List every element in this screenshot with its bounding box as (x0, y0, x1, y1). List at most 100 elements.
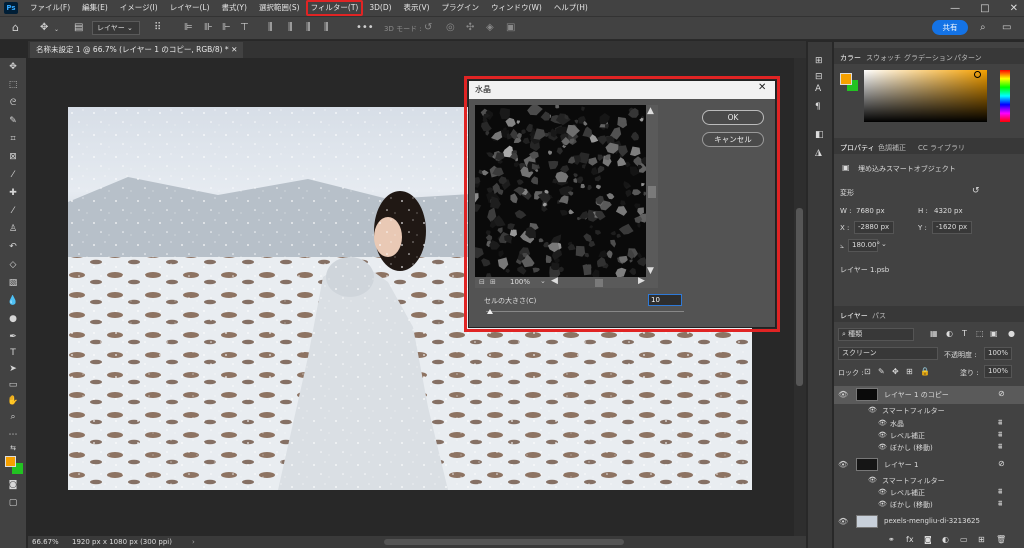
filter-pixel-icon[interactable]: ▦ (930, 329, 938, 338)
search-icon[interactable]: ⌕ (980, 23, 986, 33)
filter-options-icon[interactable]: ⩩ (998, 430, 1002, 440)
gradient-tool-icon[interactable]: ▧ (7, 278, 19, 288)
zoom-in-icon[interactable]: ⊞ (490, 278, 496, 286)
angle-dropdown-icon[interactable]: ⌄ (881, 240, 887, 248)
filter-smart-icon[interactable]: ▣ (990, 329, 998, 338)
auto-select-icon[interactable]: ▤ (74, 23, 83, 33)
history-panel-icon[interactable]: ⊞ (815, 56, 823, 66)
hand-tool-icon[interactable]: ✋ (7, 396, 19, 406)
horizontal-scrollbar[interactable] (384, 539, 624, 545)
adjustments-icon[interactable]: ◧ (815, 130, 824, 140)
filter-options-icon[interactable]: ⩩ (998, 499, 1002, 509)
fill-input[interactable]: 100% (984, 365, 1012, 378)
filter-name[interactable]: 水晶 (890, 419, 904, 429)
angle-input[interactable]: 180.00° (848, 239, 880, 252)
lasso-tool-icon[interactable]: ᘓ (7, 98, 19, 108)
dialog-close-icon[interactable]: ✕ (758, 82, 766, 93)
healing-brush-icon[interactable]: ✚ (7, 188, 19, 198)
3d-pan-icon[interactable]: ✣ (466, 23, 474, 33)
vertical-scrollbar-thumb[interactable] (796, 208, 803, 386)
screen-mode-icon[interactable]: ▢ (7, 498, 19, 508)
paragraph-panel-icon[interactable]: ¶ (815, 102, 821, 112)
tab-adjustments[interactable]: 色調補正 (878, 143, 906, 153)
filter-name[interactable]: ぼかし (移動) (890, 443, 933, 453)
3d-roll-icon[interactable]: ◎ (446, 23, 455, 33)
more-options-icon[interactable]: ••• (356, 23, 374, 33)
menu-file[interactable]: ファイル(F) (24, 2, 76, 14)
lock-transparency-icon[interactable]: ⊡ (864, 367, 871, 376)
smart-filter-eye-icon[interactable]: 👁 (868, 406, 877, 414)
eyedropper-tool-icon[interactable]: ⁄ (7, 170, 19, 180)
share-button[interactable]: 共有 (932, 20, 968, 35)
menu-image[interactable]: イメージ(I) (114, 2, 164, 14)
minimize-button[interactable]: — (950, 3, 960, 14)
shapes-icon[interactable]: ◮ (815, 148, 822, 158)
3d-scale-icon[interactable]: ▣ (506, 23, 515, 33)
menu-view[interactable]: 表示(V) (398, 2, 436, 14)
pen-tool-icon[interactable]: ✒ (7, 332, 19, 342)
filter-options-icon[interactable]: ⩩ (998, 442, 1002, 452)
history-brush-icon[interactable]: ↶ (7, 242, 19, 252)
zoom-out-icon[interactable]: ⊟ (479, 278, 485, 286)
frame-tool-icon[interactable]: ⊠ (7, 152, 19, 162)
lock-image-icon[interactable]: ✎ (878, 367, 885, 376)
blend-mode-dropdown[interactable]: スクリーン (838, 347, 938, 360)
menu-type[interactable]: 書式(Y) (216, 2, 253, 14)
distribute-icon[interactable]: ⫼ (268, 23, 273, 33)
filter-name[interactable]: ぼかし (移動) (890, 500, 933, 510)
x-input[interactable]: -2880 px (854, 221, 894, 234)
align-top-icon[interactable]: ⊤ (240, 23, 249, 33)
blur-tool-icon[interactable]: 💧 (7, 296, 19, 306)
close-window-button[interactable]: ✕ (1010, 3, 1018, 14)
align-center-icon[interactable]: ⊪ (204, 23, 213, 33)
scroll-down-icon[interactable]: ▼ (647, 266, 654, 276)
marquee-tool-icon[interactable]: ⬚ (7, 80, 19, 90)
cell-size-slider-thumb[interactable] (486, 309, 493, 314)
preview-zoom-chevron-icon[interactable]: ⌄ (540, 277, 546, 285)
align-right-icon[interactable]: ⊩ (222, 23, 231, 33)
menu-filter[interactable]: フィルター(T) (305, 0, 364, 16)
close-tab-icon[interactable]: ✕ (231, 45, 237, 54)
character-panel-icon[interactable]: A (815, 84, 821, 94)
3d-slide-icon[interactable]: ◈ (486, 23, 494, 33)
filter-shape-icon[interactable]: ⬚ (976, 329, 984, 338)
move-tool-icon[interactable]: ✥ (40, 23, 48, 33)
visibility-eye-icon[interactable]: 👁 (838, 390, 848, 399)
align-left-icon[interactable]: ⊫ (184, 23, 193, 33)
adjustment-layer-icon[interactable]: ◐ (942, 535, 949, 544)
new-layer-icon[interactable]: ⊞ (978, 535, 985, 544)
menu-help[interactable]: ヘルプ(H) (548, 2, 594, 14)
layer-name[interactable]: レイヤー 1 (884, 460, 918, 470)
lock-artboard-icon[interactable]: ⊞ (906, 367, 913, 376)
quick-mask-icon[interactable]: ◙ (7, 480, 19, 490)
lock-all-icon[interactable]: 🔒 (920, 367, 930, 376)
auto-select-target-dropdown[interactable]: レイヤー ⌄ (92, 21, 140, 35)
ok-button[interactable]: OK (702, 110, 764, 125)
color-picker-field[interactable] (864, 70, 987, 122)
tab-layers[interactable]: レイヤー (840, 311, 868, 321)
tab-gradients[interactable]: グラデーション (904, 53, 953, 63)
layer-name[interactable]: pexels-mengliu-di-3213625 (884, 517, 980, 525)
filter-options-icon[interactable]: ⩩ (998, 418, 1002, 428)
tab-properties[interactable]: プロパティ (840, 143, 875, 153)
path-select-icon[interactable]: ➤ (7, 364, 19, 374)
filter-eye-icon[interactable]: 👁 (878, 419, 887, 427)
navigator-panel-icon[interactable]: ⊟ (815, 72, 823, 82)
filter-eye-icon[interactable]: 👁 (878, 443, 887, 451)
filter-adjust-icon[interactable]: ◐ (946, 329, 953, 338)
new-group-icon[interactable]: ▭ (960, 535, 968, 544)
visibility-eye-icon[interactable]: 👁 (838, 460, 848, 469)
tab-patterns[interactable]: パターン (954, 53, 982, 63)
filter-name[interactable]: レベル補正 (890, 431, 925, 441)
cancel-button[interactable]: キャンセル (702, 132, 764, 147)
opacity-input[interactable]: 100% (984, 347, 1012, 360)
filter-eye-icon[interactable]: 👁 (878, 431, 887, 439)
scroll-up-icon[interactable]: ▲ (647, 106, 654, 116)
smart-filter-eye-icon[interactable]: 👁 (868, 476, 877, 484)
quick-select-tool-icon[interactable]: ✎ (7, 116, 19, 126)
swap-colors-icon[interactable]: ⇆ (7, 444, 19, 452)
maximize-button[interactable]: □ (980, 3, 989, 14)
reset-transform-icon[interactable]: ↺ (972, 186, 980, 196)
status-arrow-icon[interactable]: › (192, 536, 195, 548)
scroll-left-icon[interactable]: ◀ (551, 276, 558, 286)
